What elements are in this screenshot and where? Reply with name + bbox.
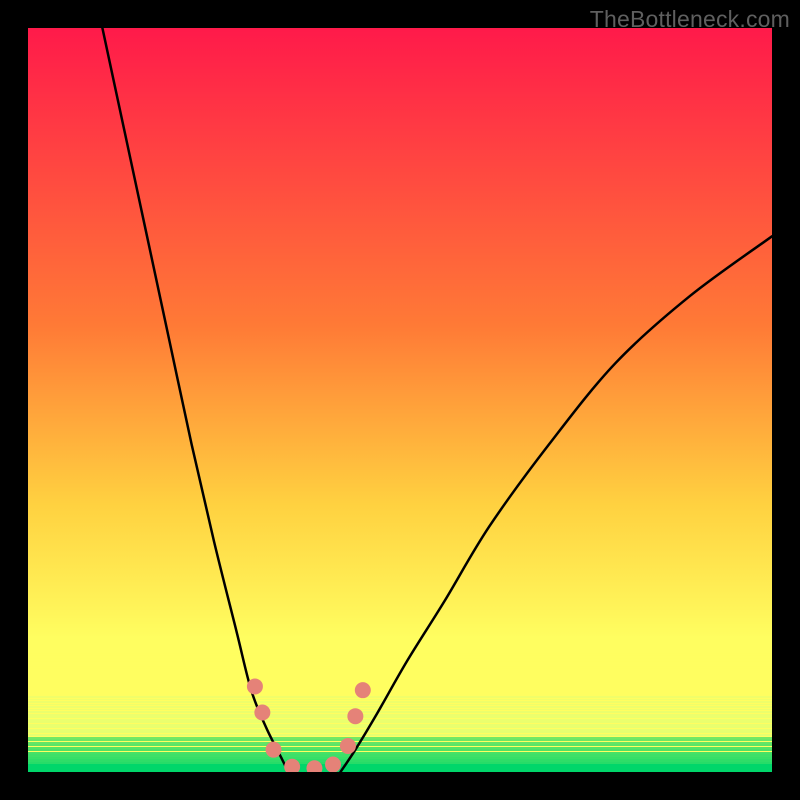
valley-blob [247, 678, 263, 694]
valley-blob [347, 708, 363, 724]
plot-area [28, 28, 772, 772]
chart-frame: TheBottleneck.com [0, 0, 800, 800]
valley-blob [340, 738, 356, 754]
curve-left-curve [102, 28, 288, 772]
valley-blob [355, 682, 371, 698]
valley-blob [266, 742, 282, 758]
valley-blob [284, 759, 300, 772]
valley-blob [325, 757, 341, 772]
curve-right-curve [340, 236, 772, 772]
watermark-text: TheBottleneck.com [590, 6, 790, 33]
valley-blob [306, 760, 322, 772]
bottleneck-curve [28, 28, 772, 772]
valley-blob [254, 704, 270, 720]
